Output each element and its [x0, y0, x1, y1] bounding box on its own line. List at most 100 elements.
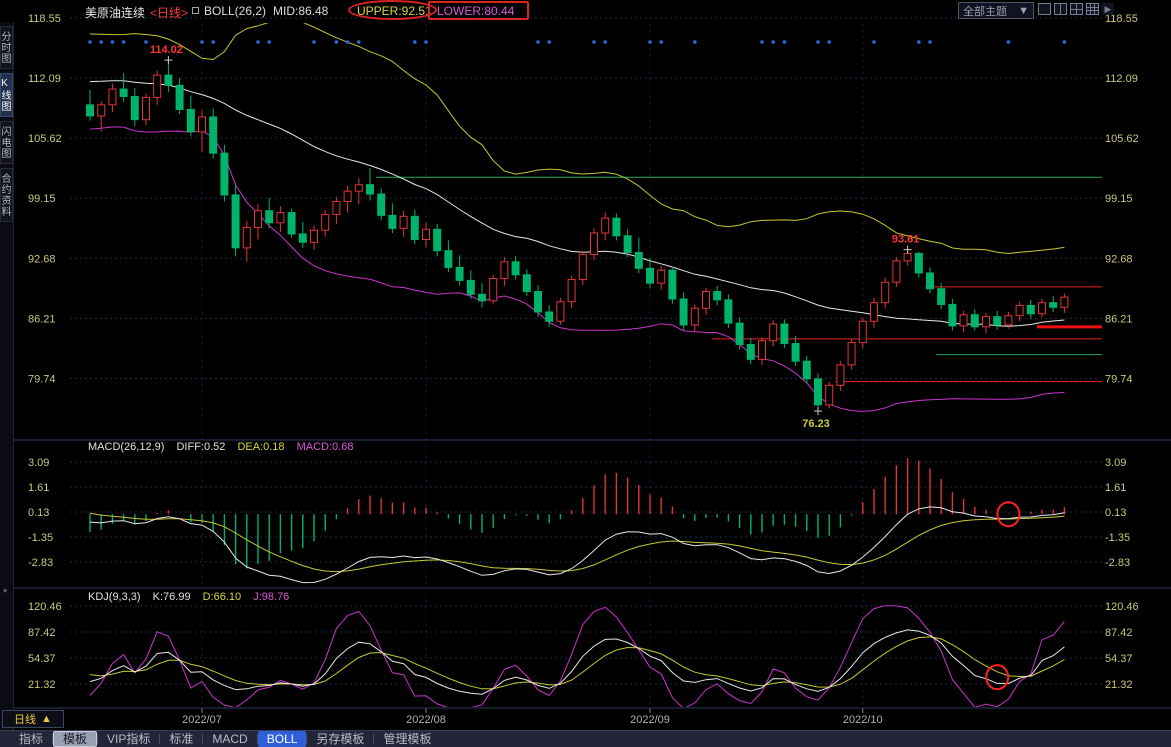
svg-text:86.21: 86.21 [28, 313, 56, 325]
svg-text:92.68: 92.68 [28, 253, 56, 265]
signal-dot [659, 40, 663, 44]
svg-text:79.74: 79.74 [1105, 373, 1133, 385]
period-selector-label: 日线 [14, 711, 36, 727]
tab-template[interactable]: 模板 [53, 731, 97, 747]
svg-text:-1.35: -1.35 [28, 532, 53, 544]
signal-dot [760, 40, 764, 44]
signal-dot [211, 40, 215, 44]
svg-text:1.61: 1.61 [28, 482, 49, 494]
period-tag[interactable]: <日线> [150, 4, 188, 21]
signal-dot [827, 40, 831, 44]
signal-dot [816, 40, 820, 44]
svg-text:105.62: 105.62 [1105, 133, 1139, 145]
indicator-icon [192, 7, 199, 14]
signal-dot [111, 40, 115, 44]
tab-standard[interactable]: 标准 [160, 732, 202, 747]
svg-text:-2.83: -2.83 [28, 557, 53, 569]
svg-text:3.09: 3.09 [28, 457, 49, 469]
svg-text:79.74: 79.74 [28, 373, 56, 385]
layout-next-icon[interactable]: ▶ [1102, 3, 1114, 15]
signal-dot [335, 40, 339, 44]
signal-dot [547, 40, 551, 44]
macd-pane [90, 458, 1064, 582]
symbol-name[interactable]: 美原油连续 [85, 4, 145, 21]
tab-manage-template[interactable]: 管理模板 [374, 732, 440, 747]
macd-pane-title: MACD(26,12,9) DIFF:0.52 DEA:0.18 MACD:0.… [88, 441, 362, 453]
signal-dot [1063, 40, 1067, 44]
macd-dea-value: DEA:0.18 [237, 441, 284, 453]
svg-text:120.46: 120.46 [28, 601, 62, 613]
svg-text:112.09: 112.09 [1105, 73, 1138, 85]
signal-dot [928, 40, 932, 44]
indicator-settings-icon[interactable]: * [3, 587, 7, 599]
tab-save-template[interactable]: 另存模板 [307, 732, 373, 747]
svg-text:114.02: 114.02 [150, 44, 183, 56]
kdj-pane-title: KDJ(9,3,3) K:76.99 D:66.10 J:98.76 [88, 591, 298, 603]
boll-mid-value: MID:86.48 [273, 4, 328, 18]
layout-four-pane-icon[interactable] [1070, 3, 1083, 15]
svg-text:76.23: 76.23 [802, 418, 830, 430]
signal-dot [1007, 40, 1011, 44]
svg-text:54.37: 54.37 [28, 653, 56, 665]
svg-text:54.37: 54.37 [1105, 653, 1133, 665]
svg-text:3.09: 3.09 [1105, 457, 1126, 469]
svg-text:92.68: 92.68 [1105, 253, 1133, 265]
svg-text:99.15: 99.15 [28, 193, 56, 205]
signal-dot [771, 40, 775, 44]
upper-value-highlight-ellipse [348, 0, 437, 20]
svg-text:21.32: 21.32 [1105, 679, 1133, 691]
signal-dot [413, 40, 417, 44]
kdj-indicator-label: KDJ(9,3,3) [88, 591, 141, 603]
signal-dot [783, 40, 787, 44]
layout-two-pane-icon[interactable] [1054, 3, 1067, 15]
signal-dot [693, 40, 697, 44]
tab-boll[interactable]: BOLL [258, 731, 307, 747]
lower-value-highlight-box [428, 1, 529, 20]
svg-text:0.13: 0.13 [28, 507, 49, 519]
period-selector[interactable]: 日线 ▲ [2, 710, 64, 728]
svg-text:87.42: 87.42 [28, 627, 56, 639]
trading-app-window: 118.55118.55112.09112.09105.62105.6299.1… [0, 0, 1171, 747]
kdj-pane [90, 606, 1064, 709]
layout-nine-pane-icon[interactable] [1086, 3, 1099, 15]
macd-diff-value: DIFF:0.52 [176, 441, 225, 453]
macd-macd-value: MACD:0.68 [297, 441, 354, 453]
svg-text:0.13: 0.13 [1105, 507, 1126, 519]
tab-indicators[interactable]: 指标 [10, 732, 52, 747]
svg-text:2022/09: 2022/09 [630, 714, 670, 726]
signal-dot [122, 40, 126, 44]
signal-dot [346, 40, 350, 44]
signal-dot [267, 40, 271, 44]
bottom-tab-bar: 指标 模板 VIP指标 标准 MACD BOLL 另存模板 管理模板 [0, 730, 1171, 747]
signal-dot [424, 40, 428, 44]
tab-vip-indicators[interactable]: VIP指标 [98, 732, 159, 747]
signal-dot [357, 40, 361, 44]
kdj-d-value: D:66.10 [203, 591, 242, 603]
sidebar-item-flash-chart[interactable]: 闪电图 [0, 121, 13, 164]
signal-dot [88, 40, 92, 44]
tab-macd[interactable]: MACD [203, 732, 256, 747]
sidebar-item-kline-chart[interactable]: K线图 [0, 73, 13, 117]
svg-text:2022/07: 2022/07 [182, 714, 222, 726]
layout-single-pane-icon[interactable] [1038, 3, 1051, 15]
chart-canvas[interactable]: 118.55118.55112.09112.09105.62105.6299.1… [14, 0, 1171, 730]
svg-text:87.42: 87.42 [1105, 627, 1133, 639]
signal-dot [603, 40, 607, 44]
signal-dot [312, 40, 316, 44]
chevron-up-icon: ▲ [41, 713, 52, 725]
svg-text:2022/10: 2022/10 [843, 714, 883, 726]
boll-indicator-label: BOLL(26,2) [204, 4, 266, 18]
svg-text:21.32: 21.32 [28, 679, 56, 691]
chart-header: 美原油连续 <日线> BOLL(26,2) MID:86.48 UPPER:92… [0, 0, 1171, 22]
svg-text:-2.83: -2.83 [1105, 557, 1130, 569]
signal-dot [256, 40, 260, 44]
sidebar-item-contract-info[interactable]: 合约资料 [0, 168, 13, 222]
svg-text:-1.35: -1.35 [1105, 532, 1130, 544]
theme-dropdown[interactable]: 全部主题 ▼ [958, 2, 1034, 19]
macd-indicator-label: MACD(26,12,9) [88, 441, 164, 453]
sidebar-item-time-chart[interactable]: 分时图 [0, 26, 13, 69]
main-price-pane [87, 21, 1103, 411]
svg-text:1.61: 1.61 [1105, 482, 1126, 494]
svg-text:120.46: 120.46 [1105, 601, 1139, 613]
kdj-k-value: K:76.99 [153, 591, 191, 603]
